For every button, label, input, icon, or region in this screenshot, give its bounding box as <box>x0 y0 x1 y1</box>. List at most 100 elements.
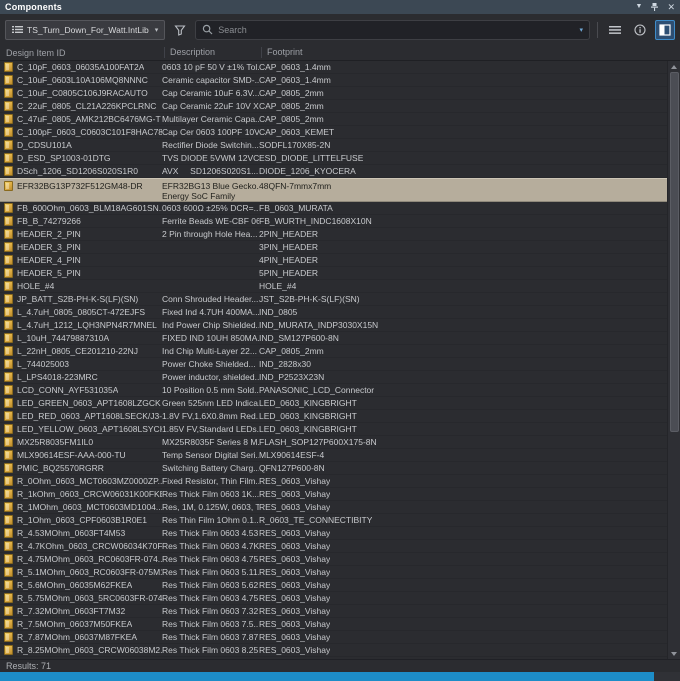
table-row[interactable]: LED_GREEN_0603_APT1608LZGCK Green 525nm L… <box>0 397 667 410</box>
table-row[interactable]: R_5.75MOhm_0603_5RC0603FR-074... Res Thic… <box>0 592 667 605</box>
cell-description: Conn Shrouded Header... <box>162 293 259 304</box>
table-row[interactable]: FB_600Ohm_0603_BLM18AG601SN... 0603 600Ω … <box>0 202 667 215</box>
cell-footprint: RES_0603_Vishay <box>259 579 331 590</box>
table-row[interactable]: R_4.53MOhm_0603FT4M53 Res Thick Film 0603… <box>0 527 667 540</box>
library-selector[interactable]: TS_Turn_Down_For_Watt.IntLib ▾ <box>5 19 166 40</box>
cell-footprint: HOLE_#4 <box>259 280 297 291</box>
table-row[interactable]: LCD_CONN_AYF531035A 10 Position 0.5 mm So… <box>0 384 667 397</box>
table-row[interactable]: R_7.32MOhm_0603FT7M32 Res Thick Film 0603… <box>0 605 667 618</box>
table-row[interactable]: HOLE_#4 HOLE_#4 <box>0 280 667 293</box>
pin-icon[interactable] <box>650 2 659 12</box>
cell-design-item-id: C_100pF_0603_C0603C101F8HAC78... <box>0 126 162 138</box>
component-icon <box>4 62 13 72</box>
column-header-footprint[interactable]: Footprint <box>261 47 680 58</box>
cell-footprint: FB_0603_MURATA <box>259 202 333 213</box>
table-row[interactable]: R_8.25MOhm_0603_CRCW06038M2... Res Thick … <box>0 644 667 657</box>
cell-footprint: RES_0603_Vishay <box>259 501 331 512</box>
cell-footprint: RES_0603_Vishay <box>259 566 331 577</box>
info-button[interactable] <box>630 20 650 40</box>
table-row[interactable]: L_744025003 Power Choke Shielded... IND_28… <box>0 358 667 371</box>
table-row[interactable]: L_4.7uH_0805_0805CT-472EJFS Fixed Ind 4.7… <box>0 306 667 319</box>
library-list-icon <box>12 25 23 34</box>
component-icon <box>4 333 13 343</box>
cell-footprint: DIODE_1206_KYOCERA <box>259 165 356 176</box>
table-row[interactable]: FB_B_74279266 Ferrite Beads WE-CBF 06... F… <box>0 215 667 228</box>
table-row[interactable]: R_7.5MOhm_06037M50FKEA Res Thick Film 060… <box>0 618 667 631</box>
table-row[interactable]: JP_BATT_S2B-PH-K-S(LF)(SN) Conn Shrouded … <box>0 293 667 306</box>
panel-view-button[interactable] <box>655 19 675 40</box>
cell-description: Res Thick Film 0603 5.11... <box>162 566 259 577</box>
component-icon <box>4 203 13 213</box>
table-row[interactable]: C_47uF_0805_AMK212BC6476MG-T Multilayer C… <box>0 113 667 126</box>
cell-footprint: RES_0603_Vishay <box>259 475 331 486</box>
table-row[interactable]: L_4.7uH_1212_LQH3NPN4R7MNEL Ind Power Chi… <box>0 319 667 332</box>
table-row[interactable]: R_1MOhm_0603_MCT0603MD1004... Res, 1M, 0.… <box>0 501 667 514</box>
cell-description <box>162 254 259 266</box>
toolbar-divider <box>597 21 598 38</box>
cell-description: TVS DIODE 5VWM 12VC... <box>162 152 259 163</box>
cell-design-item-id: D_ESD_SP1003-01DTG <box>0 152 162 164</box>
cell-design-item-id: C_47uF_0805_AMK212BC6476MG-T <box>0 113 162 125</box>
table-row[interactable]: C_10pF_0603_06035A100FAT2A 0603 10 pF 50 … <box>0 61 667 74</box>
close-icon[interactable]: ✕ <box>667 3 675 12</box>
column-header-description[interactable]: Description <box>164 47 261 58</box>
table-row[interactable]: L_LPS4018-223MRC Power inductor, shielded… <box>0 371 667 384</box>
table-body: C_10pF_0603_06035A100FAT2A 0603 10 pF 50 … <box>0 61 667 659</box>
filter-button[interactable] <box>170 20 190 40</box>
table-row[interactable]: HEADER_4_PIN 4PIN_HEADER <box>0 254 667 267</box>
scrollbar-thumb[interactable] <box>669 72 679 432</box>
component-icon <box>4 127 13 137</box>
table-row[interactable]: L_10uH_74479887310A FIXED IND 10UH 850MA.… <box>0 332 667 345</box>
table-row[interactable]: LED_YELLOW_0603_APT1608LSYCK/... 1.85V FV… <box>0 423 667 436</box>
bottom-accent-bar <box>0 672 680 681</box>
table-row[interactable]: D_ESD_SP1003-01DTG TVS DIODE 5VWM 12VC...… <box>0 152 667 165</box>
cell-design-item-id: R_1Ohm_0603_CPF0603B1R0E1 <box>0 514 162 526</box>
table-row[interactable]: C_10uF_C0805C106J9RACAUTO Cap Ceramic 10u… <box>0 87 667 100</box>
table-row[interactable]: C_100pF_0603_C0603C101F8HAC78... Cap Cer … <box>0 126 667 139</box>
table-row[interactable]: R_7.87MOhm_06037M87FKEA Res Thick Film 06… <box>0 631 667 644</box>
cell-footprint: PANASONIC_LCD_Connector <box>259 384 375 395</box>
table-row[interactable]: PMIC_BQ25570RGRR Switching Battery Charg.… <box>0 462 667 475</box>
cell-footprint: IND_MURATA_INDP3030X15N <box>259 319 379 330</box>
vertical-scrollbar[interactable] <box>667 61 680 659</box>
search-input[interactable] <box>218 24 575 35</box>
table-row[interactable]: C_10uF_0603L10A106MQ8NNNC Ceramic capacit… <box>0 74 667 87</box>
table-row[interactable]: R_1Ohm_0603_CPF0603B1R0E1 Res Thin Film 1… <box>0 514 667 527</box>
cell-design-item-id: MLX90614ESF-AAA-000-TU <box>0 449 162 461</box>
component-icon <box>4 294 13 304</box>
table-row[interactable]: DSch_1206_SD1206S020S1R0 AVX SD1206S020S1… <box>0 165 667 178</box>
component-icon <box>4 255 13 265</box>
cell-description: Power Choke Shielded... <box>162 358 256 369</box>
table-row[interactable]: L_22nH_0805_CE201210-22NJ Ind Chip Multi-… <box>0 345 667 358</box>
cell-description: Ceramic capacitor SMD-... <box>162 74 259 85</box>
table-row[interactable]: C_22uF_0805_CL21A226KPCLRNC Cap Ceramic 2… <box>0 100 667 113</box>
table-row[interactable]: R_0Ohm_0603_MCT0603MZ0000ZP... Fixed Resi… <box>0 475 667 488</box>
panel-titlebar: Components ▼ ✕ <box>0 0 680 14</box>
panel-menu-chevron-icon[interactable]: ▼ <box>636 3 643 11</box>
table-row[interactable]: MX25R8035FM1IL0 MX25R8035F Series 8 M... F… <box>0 436 667 449</box>
cell-description: Res Thick Film 0603 7.32... <box>162 605 259 616</box>
cell-footprint: IND_SM127P600-8N <box>259 332 339 343</box>
cell-description: 1.85V FV,Standard LEDs... <box>162 423 259 434</box>
list-view-button[interactable] <box>605 20 625 40</box>
search-history-chevron-icon[interactable]: ▾ <box>579 26 583 34</box>
table-row[interactable]: EFR32BG13P732F512GM48-DR EFR32BG13 Blue G… <box>0 178 667 202</box>
table-row[interactable]: HEADER_3_PIN 3PIN_HEADER <box>0 241 667 254</box>
table-row[interactable]: R_1kOhm_0603_CRCW06031K00FKE... Res Thick… <box>0 488 667 501</box>
cell-description: 10 Position 0.5 mm Sold... <box>162 384 259 395</box>
scrollbar-down-arrow[interactable] <box>668 648 680 659</box>
table-row[interactable]: HEADER_2_PIN 2 Pin through Hole Hea... 2PI… <box>0 228 667 241</box>
table-row[interactable]: HEADER_5_PIN 5PIN_HEADER <box>0 267 667 280</box>
component-icon <box>4 593 13 603</box>
table-row[interactable]: R_5.1MOhm_0603_RC0603FR-075M1L Res Thick … <box>0 566 667 579</box>
scrollbar-up-arrow[interactable] <box>668 61 680 72</box>
table-row[interactable]: R_4.75MOhm_0603_RC0603FR-074... Res Thick… <box>0 553 667 566</box>
table-row[interactable]: D_CDSU101A Rectifier Diode Switchin... SOD… <box>0 139 667 152</box>
table-row[interactable]: R_5.6MOhm_06035M62FKEA Res Thick Film 060… <box>0 579 667 592</box>
table-row[interactable]: MLX90614ESF-AAA-000-TU Temp Sensor Digita… <box>0 449 667 462</box>
table-row[interactable]: LED_RED_0603_APT1608LSECK/J3-P... 1.8V FV… <box>0 410 667 423</box>
column-header-design-item-id[interactable]: Design Item ID <box>6 48 164 58</box>
component-icon <box>4 229 13 239</box>
table-row[interactable]: R_4.7KOhm_0603_CRCW06034K70F... Res Thick… <box>0 540 667 553</box>
cell-description: 0603 10 pF 50 V ±1% Tol... <box>162 61 259 72</box>
